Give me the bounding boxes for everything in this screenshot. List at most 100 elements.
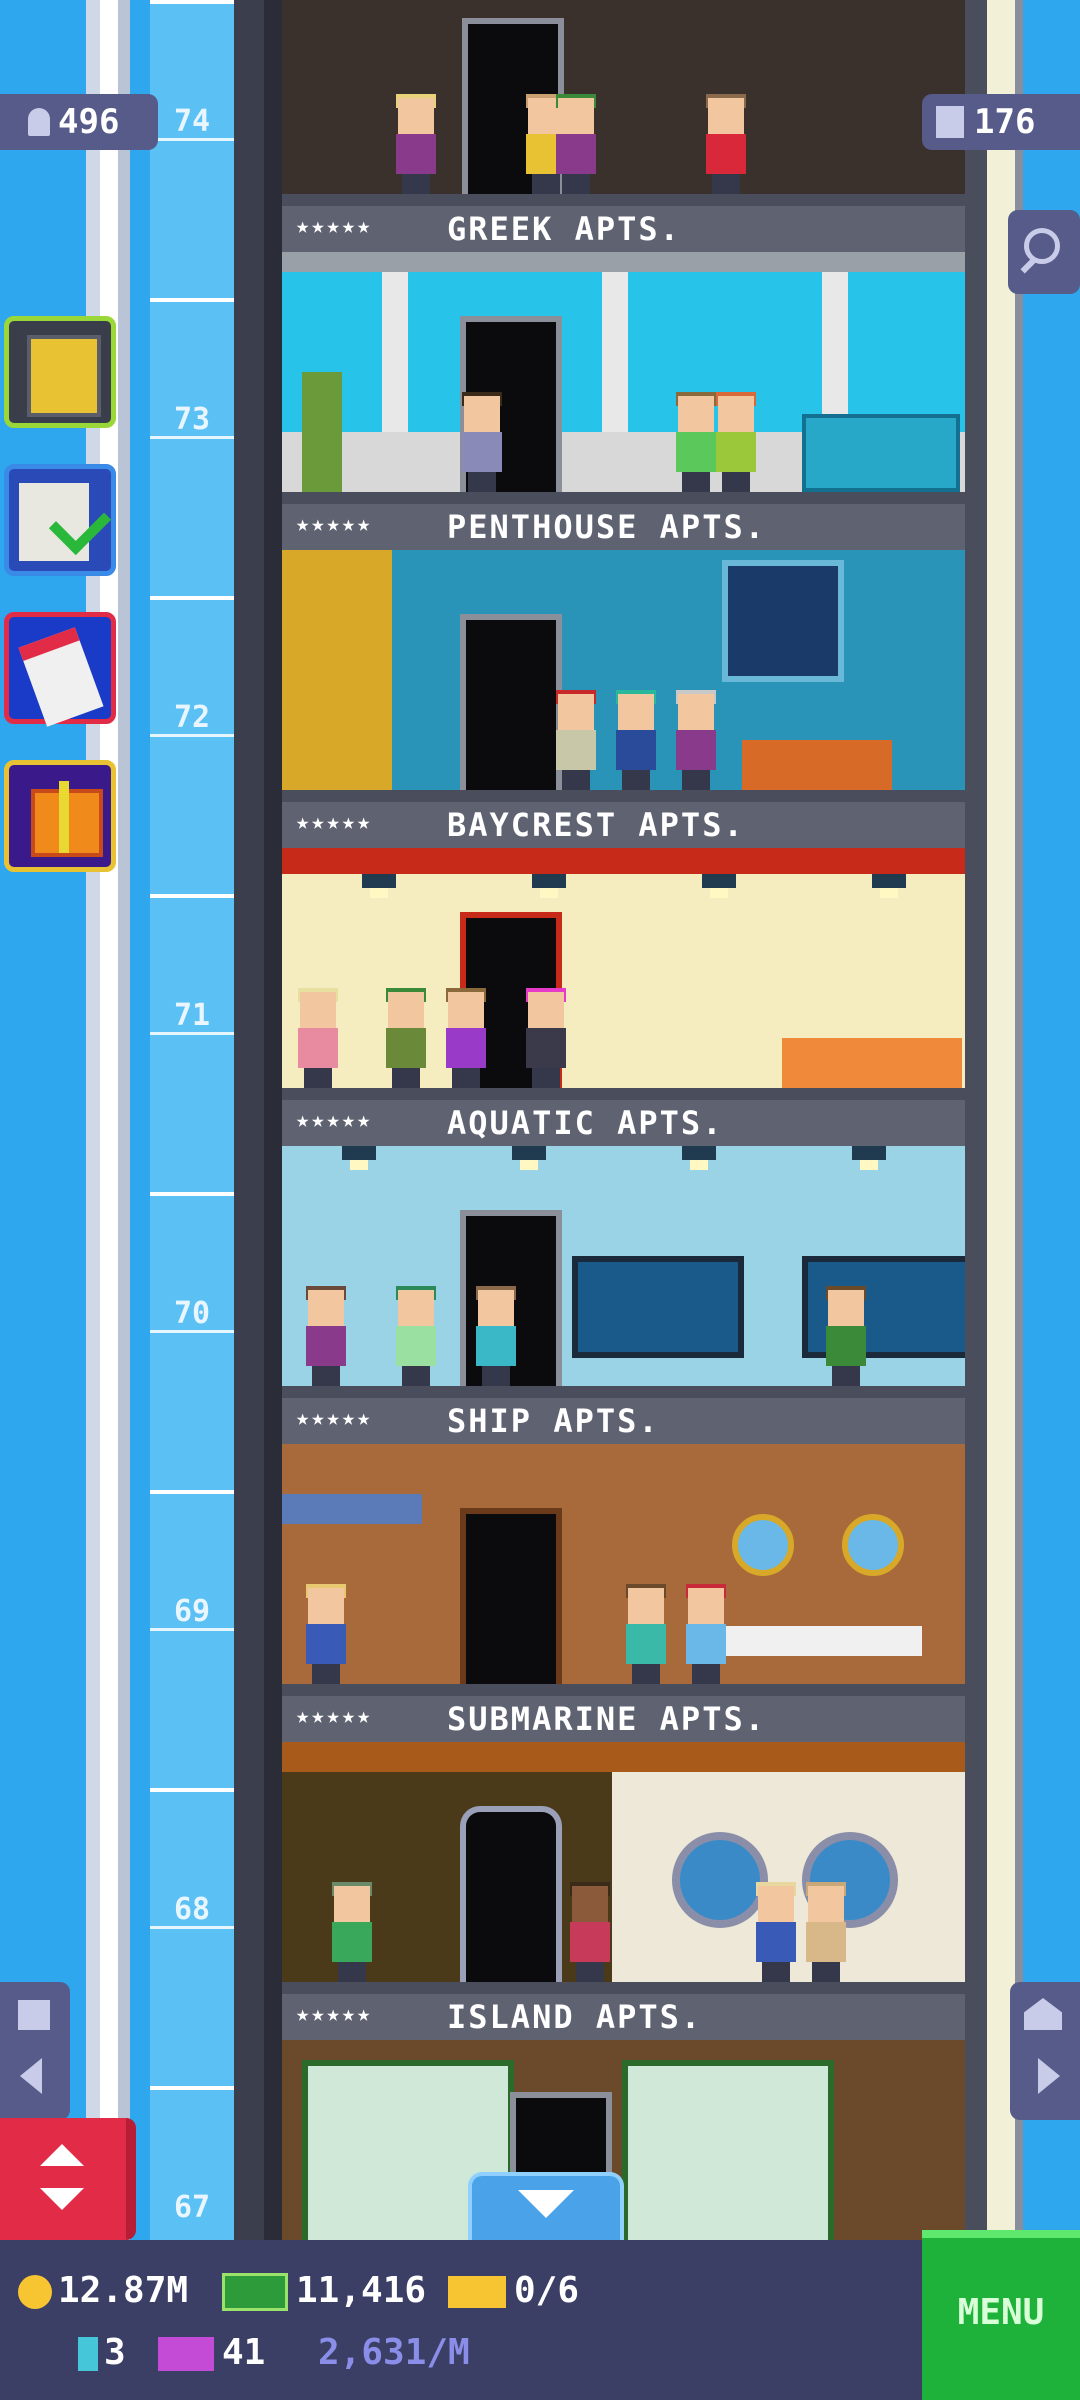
floor-number: 71 xyxy=(173,998,211,1033)
arrow-right-icon xyxy=(1038,2058,1060,2094)
person-icon xyxy=(28,108,50,136)
gift-button[interactable] xyxy=(4,760,116,872)
tenant[interactable] xyxy=(382,988,428,1088)
next-floor-button[interactable] xyxy=(1010,1982,1080,2120)
floor-number: 70 xyxy=(173,1296,211,1331)
floor-slab xyxy=(282,790,965,802)
floor-marker-70: 70 xyxy=(150,1192,234,1490)
tower-bux-icon xyxy=(78,2337,98,2371)
hammock xyxy=(722,1626,922,1656)
floor-stars: ★★★★★ xyxy=(296,214,373,239)
floor-stars: ★★★★★ xyxy=(296,512,373,537)
tenant[interactable] xyxy=(752,1882,798,1982)
coins-display[interactable]: 12.87M xyxy=(18,2270,188,2311)
daily-calendar-button[interactable] xyxy=(4,612,116,727)
floor-slab xyxy=(282,1684,965,1696)
floor-label-bar: ★★★★★ GREEK APTS. xyxy=(282,206,965,252)
floor-slab xyxy=(282,194,965,206)
previous-floor-button[interactable] xyxy=(0,1982,70,2120)
plant xyxy=(302,372,342,492)
golden-tickets-display[interactable]: 41 xyxy=(158,2332,265,2373)
tenant[interactable] xyxy=(672,690,718,790)
porthole xyxy=(732,1514,794,1576)
tenant[interactable] xyxy=(552,94,598,194)
menu-button[interactable]: MENU xyxy=(922,2230,1080,2400)
swordfish-trophy xyxy=(282,1494,422,1524)
room-interior xyxy=(282,848,965,1100)
floor-stars: ★★★★★ xyxy=(296,810,373,835)
ceiling-lamp xyxy=(702,874,736,898)
floor-penthouse-apts[interactable]: ★★★★★ PENTHOUSE APTS. xyxy=(282,504,965,802)
room-interior xyxy=(282,1146,965,1398)
floor-stars: ★★★★★ xyxy=(296,1108,373,1133)
floor-tick xyxy=(150,1628,234,1631)
room-door xyxy=(460,614,562,790)
tenant[interactable] xyxy=(294,988,340,1088)
tenant[interactable] xyxy=(302,1286,348,1386)
tenant[interactable] xyxy=(712,392,758,492)
tenant[interactable] xyxy=(612,690,658,790)
floor-cave-top[interactable] xyxy=(282,0,965,206)
arrow-left-icon xyxy=(20,2058,42,2094)
tenant[interactable] xyxy=(802,1882,848,1982)
bottom-hud: 12.87M 11,416 0/6 3 41 2,631/M xyxy=(0,2240,1080,2400)
floor-aquatic-apts[interactable]: ★★★★★ AQUATIC APTS. xyxy=(282,1100,965,1398)
floor-tick xyxy=(150,734,234,737)
tenant[interactable] xyxy=(822,1286,868,1386)
income-rate: 2,631/M xyxy=(318,2332,470,2373)
floor-name: AQUATIC APTS. xyxy=(447,1104,724,1142)
tenant[interactable] xyxy=(522,988,568,1088)
tenant[interactable] xyxy=(622,1584,668,1684)
arrow-up-icon xyxy=(40,2144,84,2166)
floor-slab xyxy=(282,1386,965,1398)
bux-value: 11,416 xyxy=(296,2270,427,2311)
missions-button[interactable] xyxy=(4,464,116,576)
tower-bux-display[interactable]: 3 xyxy=(78,2332,126,2373)
tenant[interactable] xyxy=(552,690,598,790)
calendar-icon xyxy=(18,627,104,727)
tickets-display[interactable]: 0/6 xyxy=(448,2270,579,2311)
floor-baycrest-apts[interactable]: ★★★★★ BAYCREST APTS. xyxy=(282,802,965,1100)
home-icon xyxy=(1024,1998,1062,2030)
floor-name: GREEK APTS. xyxy=(447,210,681,248)
tenant[interactable] xyxy=(702,94,748,194)
search-button[interactable] xyxy=(1008,210,1080,294)
kitchen-counter xyxy=(782,1038,962,1088)
floor-marker-72: 72 xyxy=(150,596,234,894)
scroll-down-button[interactable] xyxy=(468,2172,624,2244)
floor-marker-67: 67 xyxy=(150,2086,234,2240)
floor-name: BAYCREST APTS. xyxy=(447,806,745,844)
floor-tick xyxy=(150,1330,234,1333)
tenant[interactable] xyxy=(328,1882,374,1982)
tenant[interactable] xyxy=(566,1882,612,1982)
room-interior xyxy=(282,252,965,504)
ticket-icon xyxy=(448,2276,506,2308)
floor-slab xyxy=(282,1088,965,1100)
floor-label-bar: ★★★★★ SHIP APTS. xyxy=(282,1398,965,1444)
room-interior xyxy=(282,1444,965,1696)
elevator-button[interactable] xyxy=(0,2118,136,2240)
bux-display[interactable]: 11,416 xyxy=(222,2270,426,2311)
floor-greek-apts[interactable]: ★★★★★ GREEK APTS. xyxy=(282,206,965,504)
tenant[interactable] xyxy=(442,988,488,1088)
room-interior xyxy=(282,0,965,206)
tower-right-pillar xyxy=(987,0,1015,2240)
tenant[interactable] xyxy=(392,1286,438,1386)
population-counter[interactable]: 496 xyxy=(0,94,158,150)
building-icon xyxy=(936,106,964,138)
tenant[interactable] xyxy=(682,1584,728,1684)
floor-label-bar: ★★★★★ SUBMARINE APTS. xyxy=(282,1696,965,1742)
tenant[interactable] xyxy=(392,94,438,194)
build-floor-button[interactable] xyxy=(4,316,116,428)
tenant[interactable] xyxy=(302,1584,348,1684)
floor-label-bar: ★★★★★ PENTHOUSE APTS. xyxy=(282,504,965,550)
porthole xyxy=(842,1514,904,1576)
tenant[interactable] xyxy=(458,392,504,492)
floors-counter[interactable]: 176 xyxy=(922,94,1080,150)
floor-number: 67 xyxy=(173,2190,211,2225)
aquarium xyxy=(572,1256,744,1358)
floor-ship-apts[interactable]: ★★★★★ SHIP APTS. xyxy=(282,1398,965,1696)
floor-label-bar: ★★★★★ BAYCREST APTS. xyxy=(282,802,965,848)
tenant[interactable] xyxy=(472,1286,518,1386)
floor-submarine-apts[interactable]: ★★★★★ SUBMARINE APTS. xyxy=(282,1696,965,1994)
